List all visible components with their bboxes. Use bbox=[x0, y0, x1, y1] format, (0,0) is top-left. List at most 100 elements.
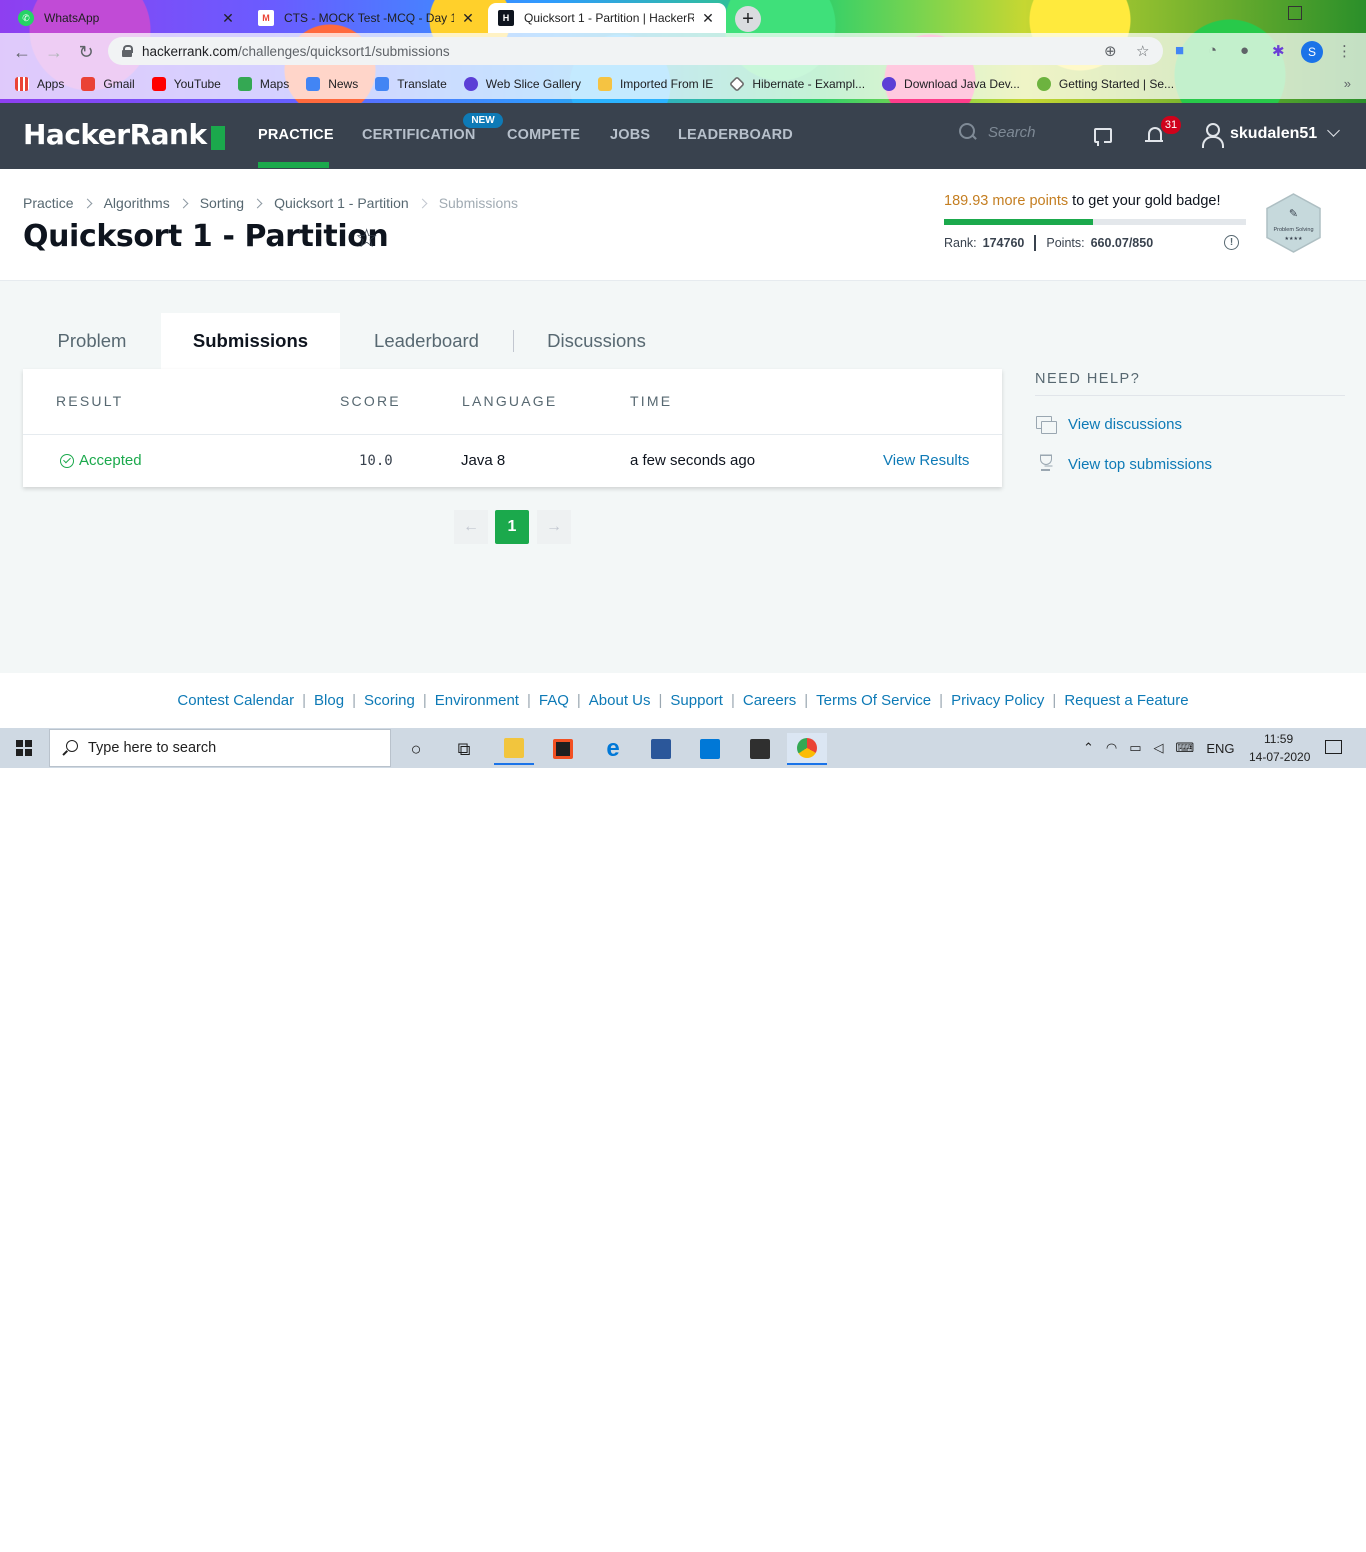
breadcrumb-sorting[interactable]: Sorting bbox=[200, 195, 244, 211]
browser-tab-whatsapp[interactable]: ✆ WhatsApp ✕ bbox=[8, 3, 246, 33]
nav-leaderboard[interactable]: LEADERBOARD bbox=[678, 127, 793, 143]
submission-result-accepted: Accepted bbox=[60, 452, 142, 469]
battery-icon[interactable]: ▭ bbox=[1129, 740, 1141, 756]
forward-arrow-icon[interactable]: → bbox=[41, 39, 67, 65]
browser-tab-cts-mock[interactable]: M CTS - MOCK Test -MCQ - Day 1 - ✕ bbox=[248, 3, 486, 33]
address-bar[interactable]: hackerrank.com/challenges/quicksort1/sub… bbox=[108, 37, 1163, 65]
footer-link-terms[interactable]: Terms Of Service bbox=[816, 692, 931, 709]
footer-link-careers[interactable]: Careers bbox=[743, 692, 796, 709]
bookmark-gmail[interactable]: Gmail bbox=[81, 77, 135, 91]
action-center-icon[interactable] bbox=[1325, 740, 1342, 754]
file-explorer-icon[interactable] bbox=[494, 733, 534, 765]
nav-compete[interactable]: COMPETE bbox=[507, 127, 580, 143]
search-input[interactable]: Search bbox=[959, 123, 1036, 141]
footer-link-faq[interactable]: FAQ bbox=[539, 692, 569, 709]
column-header-result: RESULT bbox=[56, 393, 124, 409]
bookmark-star-icon[interactable]: ☆ bbox=[355, 223, 378, 254]
volume-icon[interactable]: ◁ bbox=[1154, 740, 1164, 756]
tab-leaderboard[interactable]: Leaderboard bbox=[340, 313, 513, 369]
new-tab-button[interactable]: + bbox=[735, 6, 761, 32]
breadcrumb-algorithms[interactable]: Algorithms bbox=[104, 195, 170, 211]
sticky-notes-icon[interactable] bbox=[740, 733, 780, 765]
globe-icon bbox=[882, 77, 897, 91]
bookmark-hibernate[interactable]: Hibernate - Exampl... bbox=[729, 76, 865, 92]
view-top-submissions-link[interactable]: View top submissions bbox=[1068, 456, 1212, 473]
mail-icon[interactable] bbox=[690, 733, 730, 765]
nav-certification[interactable]: CERTIFICATION bbox=[362, 127, 476, 143]
bookmark-web-slice-gallery[interactable]: Web Slice Gallery bbox=[463, 77, 581, 91]
speed-extension-icon[interactable]: ◔ bbox=[1208, 42, 1217, 59]
keyboard-icon[interactable]: ⌨ bbox=[1176, 740, 1195, 756]
menu-kebab-icon[interactable]: ⋮ bbox=[1337, 42, 1352, 60]
browser-tab-hackerrank[interactable]: H Quicksort 1 - Partition | HackerRank ✕ bbox=[488, 3, 726, 33]
translate-extension-icon[interactable]: ■ bbox=[1175, 42, 1184, 59]
taskbar-search-input[interactable]: Type here to search bbox=[49, 729, 391, 767]
pagination-next-arrow-icon[interactable]: → bbox=[537, 510, 571, 544]
more-bookmarks-icon[interactable]: » bbox=[1344, 76, 1351, 91]
footer-link-privacy[interactable]: Privacy Policy bbox=[951, 692, 1044, 709]
browser-toolbar: ← → ↻ hackerrank.com/challenges/quicksor… bbox=[0, 33, 1366, 69]
badge-progress-message: 189.93 more points to get your gold badg… bbox=[944, 193, 1221, 209]
bookmark-apps[interactable]: Apps bbox=[15, 77, 64, 91]
view-results-link[interactable]: View Results bbox=[883, 452, 969, 469]
url-path: /challenges/quicksort1/submissions bbox=[238, 43, 450, 59]
back-arrow-icon[interactable]: ← bbox=[9, 39, 35, 65]
breadcrumb-challenge[interactable]: Quicksort 1 - Partition bbox=[274, 195, 409, 211]
window-restore-icon[interactable] bbox=[1288, 6, 1302, 20]
bookmark-label: Translate bbox=[397, 77, 447, 91]
messages-icon[interactable] bbox=[1094, 128, 1112, 146]
bookmark-getting-started[interactable]: Getting Started | Se... bbox=[1036, 77, 1174, 91]
nav-practice[interactable]: PRACTICE bbox=[258, 127, 334, 143]
tab-problem[interactable]: Problem bbox=[23, 313, 161, 369]
footer-link-environment[interactable]: Environment bbox=[435, 692, 519, 709]
result-label: Accepted bbox=[79, 452, 142, 469]
edge-icon[interactable]: e bbox=[593, 733, 633, 765]
breadcrumb-practice[interactable]: Practice bbox=[23, 195, 74, 211]
footer-link-blog[interactable]: Blog bbox=[314, 692, 344, 709]
bookmark-translate[interactable]: Translate bbox=[375, 77, 447, 91]
puzzle-extensions-icon[interactable]: ✱ bbox=[1272, 42, 1285, 60]
close-tab-icon[interactable]: ✕ bbox=[700, 10, 716, 27]
bookmark-news[interactable]: News bbox=[306, 77, 358, 91]
word-icon[interactable] bbox=[641, 733, 681, 765]
bookmark-youtube[interactable]: YouTube bbox=[151, 77, 221, 91]
bookmark-imported-from-ie[interactable]: Imported From IE bbox=[597, 77, 713, 91]
clock-date[interactable]: 14-07-2020 bbox=[1249, 750, 1310, 764]
close-tab-icon[interactable]: ✕ bbox=[220, 10, 236, 27]
language-indicator[interactable]: ENG bbox=[1206, 741, 1234, 756]
chevron-up-icon[interactable]: ⌃ bbox=[1083, 740, 1094, 756]
view-discussions-link[interactable]: View discussions bbox=[1068, 416, 1182, 433]
close-tab-icon[interactable]: ✕ bbox=[460, 10, 476, 27]
wifi-icon[interactable]: ◠ bbox=[1106, 740, 1117, 756]
bookmark-label: Download Java Dev... bbox=[904, 77, 1020, 91]
tab-submissions[interactable]: Submissions bbox=[161, 313, 340, 369]
bookmark-maps[interactable]: Maps bbox=[237, 77, 289, 91]
store-icon[interactable] bbox=[543, 733, 583, 765]
reload-icon[interactable]: ↻ bbox=[73, 39, 99, 65]
pagination-page-current[interactable]: 1 bbox=[495, 510, 529, 544]
bookmark-label: YouTube bbox=[173, 77, 221, 91]
windows-start-icon[interactable] bbox=[16, 740, 32, 756]
footer-link-support[interactable]: Support bbox=[670, 692, 723, 709]
tab-discussions[interactable]: Discussions bbox=[514, 313, 679, 369]
footer-link-request-feature[interactable]: Request a Feature bbox=[1064, 692, 1188, 709]
problem-solving-badge[interactable]: ✎ Problem Solving ★★★★ bbox=[1265, 193, 1322, 253]
bookmark-download-java[interactable]: Download Java Dev... bbox=[882, 77, 1020, 91]
cortana-icon[interactable]: ○ bbox=[396, 733, 436, 765]
clock-time[interactable]: 11:59 bbox=[1264, 732, 1293, 746]
task-view-icon[interactable]: ⧉ bbox=[444, 733, 484, 765]
footer-link-about-us[interactable]: About Us bbox=[589, 692, 651, 709]
nav-jobs[interactable]: JOBS bbox=[610, 127, 650, 143]
pagination-prev-arrow-icon[interactable]: ← bbox=[454, 510, 488, 544]
footer-link-scoring[interactable]: Scoring bbox=[364, 692, 415, 709]
info-icon[interactable]: ! bbox=[1224, 235, 1239, 250]
extension-icon[interactable]: ● bbox=[1240, 42, 1249, 59]
footer-link-contest-calendar[interactable]: Contest Calendar bbox=[177, 692, 294, 709]
bookmark-star-icon[interactable]: ☆ bbox=[1136, 42, 1149, 60]
chrome-icon[interactable] bbox=[787, 733, 827, 765]
profile-avatar[interactable]: S bbox=[1301, 41, 1323, 63]
zoom-icon[interactable]: ⊕ bbox=[1104, 42, 1117, 60]
hackerrank-logo[interactable]: HackerRank bbox=[23, 118, 207, 151]
username[interactable]: skudalen51 bbox=[1230, 125, 1317, 143]
user-icon[interactable] bbox=[1201, 123, 1224, 148]
